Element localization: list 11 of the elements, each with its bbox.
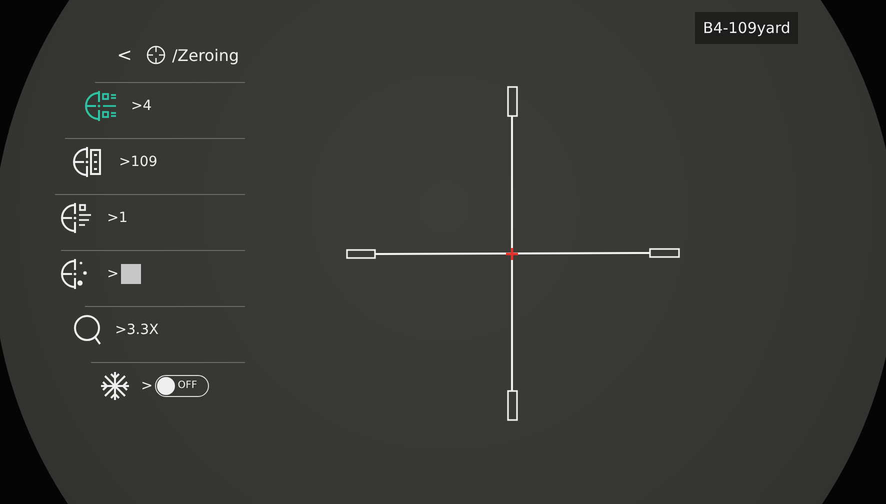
menu-item[interactable]: >4 [55, 83, 245, 128]
menu-item[interactable]: >109 [55, 139, 245, 184]
menu-item[interactable]: >3.3X [55, 307, 245, 352]
crosshair-icon [146, 45, 166, 65]
back-button[interactable]: < [117, 44, 132, 66]
menu-title: /Zeroing [172, 46, 240, 64]
menu-item[interactable]: > OFF [55, 363, 245, 408]
toggle-switch[interactable]: OFF [154, 374, 209, 396]
profile-label: B4-109yard [695, 12, 798, 44]
menu-item[interactable]: >1 [55, 195, 245, 240]
menu-item[interactable]: > [55, 251, 245, 296]
